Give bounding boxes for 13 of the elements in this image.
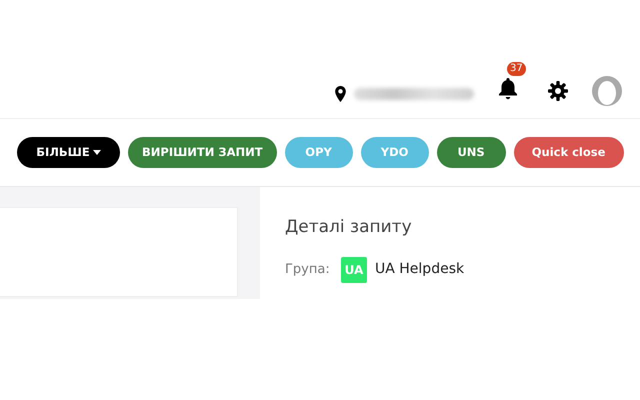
caret-icon bbox=[92, 150, 101, 156]
group-name: UA Helpdesk bbox=[375, 260, 464, 279]
settings-icon[interactable] bbox=[548, 80, 568, 101]
location-pin-icon bbox=[335, 86, 346, 102]
field-label: Група: bbox=[285, 260, 331, 279]
bell-icon[interactable] bbox=[498, 78, 518, 100]
section-title: Деталі запиту bbox=[285, 216, 413, 239]
group-badge: UA bbox=[341, 256, 367, 282]
dropdown-button[interactable]: БІЛЬШЕ bbox=[17, 137, 120, 168]
notification-count: 37 bbox=[507, 62, 526, 76]
action-button[interactable]: ВИРІШИТИ ЗАПИТ bbox=[128, 137, 277, 168]
action-button[interactable]: Quick close bbox=[514, 137, 624, 168]
action-button[interactable]: UNS bbox=[436, 137, 506, 168]
